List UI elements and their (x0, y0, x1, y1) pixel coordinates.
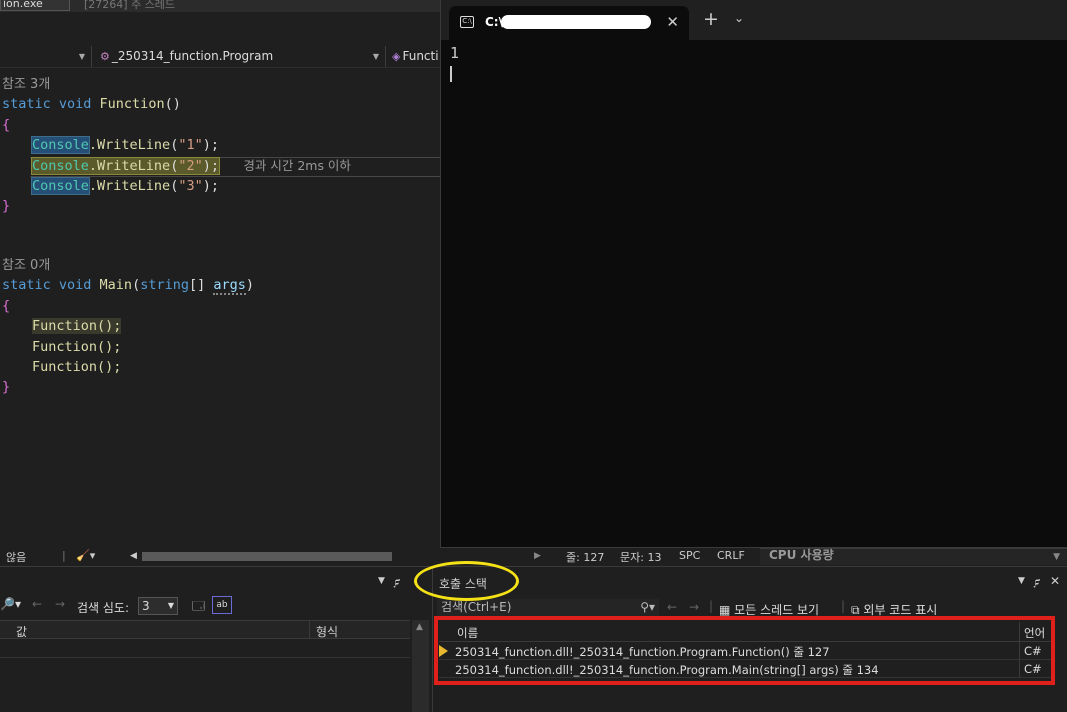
column-value: 값 (16, 625, 28, 639)
watch-toolbar: 🔎▾ ← → 검색 심도: 3 ▼ 🗔 ab (0, 596, 432, 618)
scroll-up-icon: ▲ (416, 622, 423, 632)
string-literal: "1" (178, 137, 203, 153)
string-literal: "3" (178, 178, 203, 194)
pin-icon[interactable]: 𝟋 (1034, 574, 1040, 589)
pin-icon[interactable]: 𝟋 (394, 574, 400, 589)
back-arrow-icon[interactable]: ← (667, 600, 677, 614)
type-name: string (140, 277, 189, 293)
threads-icon: ▦ (719, 603, 731, 617)
horizontal-scrollbar[interactable] (142, 552, 392, 561)
search-icon[interactable]: 🔎▾ (0, 597, 21, 611)
method-name: Main (99, 277, 133, 293)
terminal-titlebar: C:\ C:\ ✕ + ⌄ (441, 0, 1067, 40)
terminal-tab[interactable]: C:\ C:\ ✕ (449, 6, 689, 40)
class-name: Console (31, 177, 90, 195)
code-line-main-decl: static void Main(string[] args) (2, 277, 255, 295)
chevron-down-icon: ▼ (167, 601, 174, 610)
code-line-call-3: Function(); (32, 359, 122, 375)
code-line-function-decl: static void Function() (2, 94, 181, 114)
codelens-references[interactable]: 참조 3개 (2, 75, 50, 95)
new-tab-button[interactable]: + (703, 8, 719, 30)
back-arrow-icon[interactable]: ← (32, 597, 42, 611)
member-dropdown-label: Functi (402, 49, 439, 63)
search-depth-select[interactable]: 3 ▼ (138, 597, 178, 615)
watch-panel: ▼ 𝟋 🔎▾ ← → 검색 심도: 3 ▼ 🗔 ab 값 형식 ▲ (0, 566, 432, 712)
terminal-icon: C:\ (460, 16, 474, 28)
terminal-window[interactable]: C:\ C:\ ✕ + ⌄ 1 (440, 0, 1067, 548)
scroll-left-icon[interactable]: ◀ (130, 551, 137, 561)
dropdown-icon[interactable]: ▼ (378, 576, 385, 586)
project-dropdown[interactable]: ▼ (0, 46, 92, 67)
editor-navigation-bar: ▼ ⚙ _250314_function.Program ▼ ◈ Functi (0, 46, 440, 68)
code-line-call-2: Function(); (32, 339, 122, 355)
method-name: .WriteLine (88, 178, 171, 194)
keyword: static void (2, 96, 92, 112)
member-dropdown[interactable]: ◈ Functi (390, 46, 440, 67)
brush-icon[interactable]: 🧹▾ (76, 549, 95, 562)
cpu-usage-panel: CPU 사용량 ▼ (760, 548, 1067, 565)
forward-arrow-icon[interactable]: → (55, 597, 65, 611)
thread-dropdown[interactable]: [27264] 주 스레드 (84, 0, 175, 12)
issues-indicator[interactable]: 않음 (6, 549, 26, 565)
chevron-down-icon[interactable]: ▼ (1053, 552, 1060, 562)
search-icon: ⚲▾ (640, 600, 655, 614)
method-icon: ◈ (392, 50, 401, 63)
method-name: Function (99, 96, 165, 112)
method-name: .WriteLine (88, 158, 171, 174)
whitespace-indicator[interactable]: SPC (679, 549, 700, 562)
watch-table-header: 값 형식 (0, 620, 410, 639)
class-name: Console (32, 158, 89, 174)
class-name: Console (31, 136, 90, 154)
perf-tip: 경과 시간 2ms 이하 (243, 158, 351, 173)
call-stack-search-input[interactable]: 검색(Ctrl+E) ⚲▾ (437, 599, 659, 617)
code-editor[interactable]: 참조 3개 static void Function() { Console.W… (0, 72, 440, 546)
open-brace: { (2, 298, 11, 314)
close-brace: } (2, 198, 11, 214)
terminal-output: 1 (450, 44, 460, 62)
line-indicator: 줄: 127 (566, 551, 605, 564)
search-depth-label: 검색 심도: (77, 601, 130, 615)
cpu-usage-label: CPU 사용량 (769, 548, 834, 562)
class-dropdown-label: _250314_function.Program (111, 49, 274, 63)
close-brace: } (2, 379, 11, 395)
annotation-box (434, 616, 1055, 685)
table-row[interactable] (0, 641, 410, 658)
process-dropdown[interactable]: ion.exe (0, 0, 70, 11)
code-line-writeline-2: Console.WriteLine("2"); 경과 시간 2ms 이하 (31, 157, 351, 175)
text-cursor (450, 66, 452, 82)
editor-status-bar: 않음 | 🧹▾ ◀ ▶ 줄: 127 문자: 13 SPC CRLF (0, 548, 760, 565)
forward-arrow-icon[interactable]: → (689, 600, 699, 614)
annotation-circle (414, 561, 519, 601)
vertical-scrollbar[interactable]: ▲ (412, 620, 429, 712)
class-icon: ⚙ (100, 50, 110, 63)
code-line-writeline-3: Console.WriteLine("3"); (31, 177, 219, 195)
close-icon[interactable]: ✕ (666, 13, 679, 31)
debug-location-bar: ion.exe [27264] 주 스레드 (0, 0, 440, 12)
method-name: .WriteLine (88, 137, 171, 153)
string-literal: "2" (178, 158, 203, 174)
chevron-down-icon: ▼ (372, 52, 379, 61)
params: () (164, 96, 181, 112)
char-indicator: 문자: 13 (620, 551, 662, 564)
external-code-icon: ⧉ (851, 603, 860, 617)
filter-icon[interactable]: 🗔 (192, 597, 205, 618)
chevron-down-icon: ▼ (78, 52, 85, 61)
keyword: static void (2, 277, 92, 293)
code-line-call-1: Function(); (32, 318, 122, 334)
redaction-mark (501, 15, 651, 29)
open-brace: { (2, 117, 11, 133)
dropdown-icon[interactable]: ▼ (1018, 576, 1025, 586)
codelens-references[interactable]: 참조 0개 (2, 256, 50, 276)
class-dropdown[interactable]: ⚙ _250314_function.Program ▼ (96, 46, 386, 67)
parameter-name: args (213, 277, 246, 295)
format-icon[interactable]: ab (212, 596, 232, 614)
line-ending-indicator[interactable]: CRLF (717, 549, 745, 562)
scroll-right-icon[interactable]: ▶ (534, 551, 541, 561)
close-icon[interactable]: ✕ (1050, 574, 1060, 588)
column-type: 형식 (316, 625, 339, 639)
chevron-down-icon[interactable]: ⌄ (734, 11, 744, 25)
code-line-writeline-1: Console.WriteLine("1"); (31, 136, 219, 154)
